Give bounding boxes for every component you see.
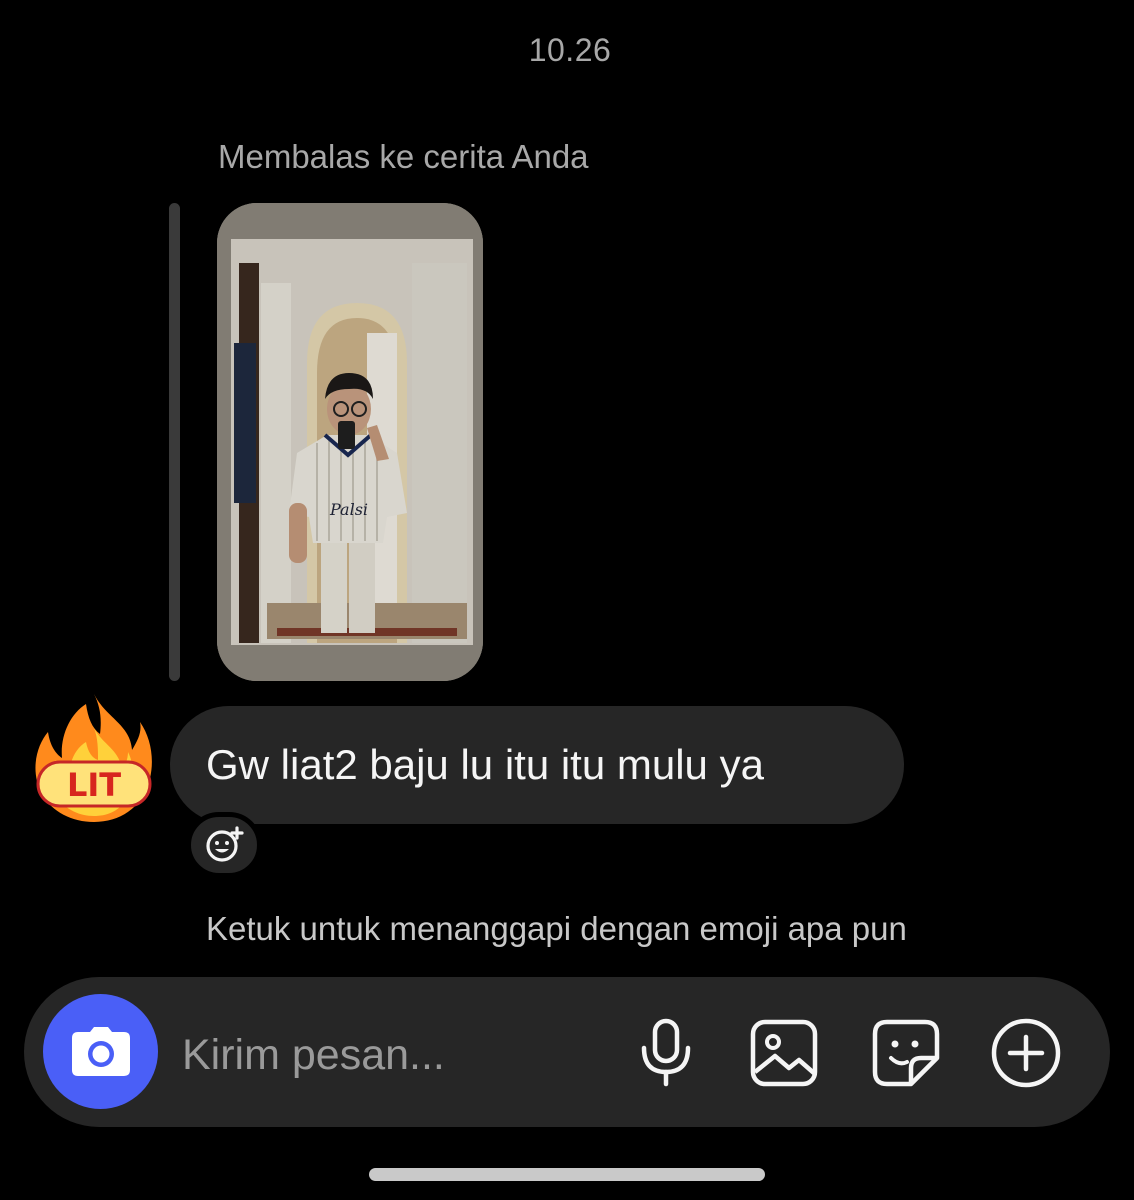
camera-button[interactable] <box>43 994 158 1109</box>
message-text: Gw liat2 baju lu itu itu mulu ya <box>206 741 764 788</box>
gallery-button[interactable] <box>748 1017 820 1089</box>
add-reaction-button[interactable] <box>186 812 262 878</box>
reply-quote-bar <box>169 203 180 681</box>
timestamp: 10.26 <box>528 32 612 68</box>
reaction-hint: Ketuk untuk menanggapi dengan emoji apa … <box>206 910 907 947</box>
sticker-button[interactable] <box>870 1017 942 1089</box>
message-composer <box>24 977 1110 1127</box>
home-indicator[interactable] <box>369 1168 765 1181</box>
voice-message-button[interactable] <box>630 1017 702 1089</box>
lit-badge-text: LIT <box>67 766 121 804</box>
camera-icon <box>71 1026 130 1076</box>
story-thumbnail[interactable]: Palsi <box>217 203 483 681</box>
fire-lit-sticker-icon: LIT <box>35 694 152 822</box>
microphone-icon <box>641 1018 691 1087</box>
more-options-button[interactable] <box>990 1017 1062 1089</box>
gallery-icon <box>750 1019 818 1087</box>
avatar-lit-sticker[interactable]: LIT <box>34 688 154 828</box>
message-input[interactable] <box>182 1027 602 1083</box>
message-bubble[interactable]: Gw liat2 baju lu itu itu mulu ya <box>170 706 904 824</box>
plus-circle-icon <box>991 1018 1061 1088</box>
add-reaction-smiley-icon <box>206 826 244 862</box>
sticker-icon <box>872 1019 940 1087</box>
reply-context-label: Membalas ke cerita Anda <box>218 138 589 175</box>
